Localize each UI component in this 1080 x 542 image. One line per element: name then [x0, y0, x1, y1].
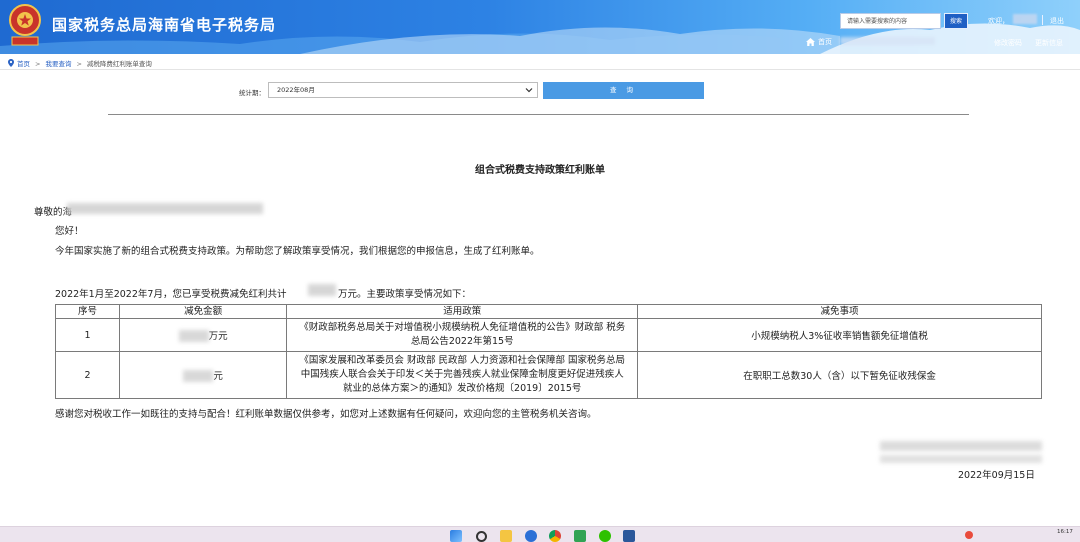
tax-emblem-icon	[9, 4, 41, 46]
row-amount: 元	[118, 351, 288, 399]
amount-unit: 万元	[208, 330, 228, 342]
update-info-link[interactable]: 更新信息	[1035, 38, 1063, 48]
policy-line: 就业的总体方案＞的通知》发改价格规〔2019〕2015号	[343, 383, 582, 394]
table-row: 2 元 《国家发展和改革委员会 财政部 民政部 人力资源和社会保障部 国家税务总…	[55, 351, 1042, 399]
policy-line: 《财政部税务总局关于对增值税小规模纳税人免征增值税的公告》财政部 税务	[299, 322, 626, 333]
logout-link[interactable]: 退出	[1050, 16, 1064, 26]
period-label: 统计期：	[239, 89, 265, 97]
row-no: 1	[55, 318, 120, 352]
home-link[interactable]: 首页	[806, 37, 832, 47]
amount-unit: 元	[213, 370, 223, 382]
breadcrumb-current: 减税降费红利账单查询	[86, 60, 152, 68]
section-divider	[108, 114, 969, 115]
column-header-policy: 适用政策	[286, 304, 639, 319]
breadcrumb-separator: >	[35, 60, 41, 68]
site-header: 国家税务总局海南省电子税务局 请输入需要搜索的内容 搜索 欢迎， 退出 首页 修…	[0, 0, 1080, 54]
policy-line: 《国家发展和改革委员会 财政部 民政部 人力资源和社会保障部 国家税务总局	[299, 355, 626, 366]
period-select[interactable]: 2022年08月	[268, 82, 538, 98]
site-title: 国家税务总局海南省电子税务局	[52, 16, 277, 34]
breadcrumb-separator: >	[76, 60, 82, 68]
row-policy: 《财政部税务总局关于对增值税小规模纳税人免征增值税的公告》财政部 税务 总局公告…	[286, 318, 639, 352]
taskbar-clock: 16:17	[1057, 529, 1073, 535]
period-select-value: 2022年08月	[277, 86, 315, 94]
query-button[interactable]: 查 询	[543, 82, 704, 99]
breadcrumb-divider	[0, 69, 1080, 70]
breadcrumb-query[interactable]: 我要查询	[45, 60, 71, 68]
breadcrumb: 首页 > 我要查询 > 减税降费红利账单查询	[8, 58, 152, 68]
welcome-text: 欢迎，	[988, 17, 1009, 25]
change-password-link[interactable]: 修改密码	[994, 38, 1022, 48]
chevron-down-icon	[525, 88, 533, 93]
signature-redacted	[880, 455, 1042, 463]
table-header-row: 序号 减免金额 适用政策 减免事项	[55, 304, 1042, 319]
search-icon[interactable]	[476, 531, 487, 542]
home-link-label: 首页	[818, 38, 832, 46]
file-explorer-icon[interactable]	[500, 530, 512, 542]
row-policy: 《国家发展和改革委员会 财政部 民政部 人力资源和社会保障部 国家税务总局 中国…	[286, 351, 639, 399]
row-no: 2	[55, 351, 120, 399]
bill-date: 2022年09月15日	[958, 470, 1035, 481]
app-icon[interactable]	[525, 530, 537, 542]
bill-title: 组合式税费支持政策红利账单	[475, 165, 605, 176]
breadcrumb-home[interactable]: 首页	[17, 60, 30, 68]
chrome-icon[interactable]	[549, 530, 561, 542]
signature-redacted	[880, 441, 1042, 451]
hello-text: 您好！	[55, 226, 84, 237]
policy-table: 序号 减免金额 适用政策 减免事项 1 万元 《财政部税务总局关于对增值税小规模…	[55, 304, 1042, 399]
app-icon[interactable]	[574, 530, 586, 542]
word-icon[interactable]	[623, 530, 635, 542]
location-pin-icon	[8, 59, 14, 67]
amount-redacted	[183, 370, 214, 383]
row-item: 在职职工总数30人（含）以下暂免征收残保金	[637, 351, 1042, 399]
taskbar: 16:17	[0, 526, 1080, 542]
amount-redacted	[178, 330, 209, 343]
username-redacted	[1013, 14, 1037, 24]
search-input[interactable]: 请输入需要搜索的内容	[840, 13, 941, 29]
intro-text: 今年国家实施了新的组合式税费支持政策。为帮助您了解政策享受情况，我们根据您的申报…	[55, 246, 540, 257]
search-button[interactable]: 搜索	[944, 13, 968, 29]
table-row: 1 万元 《财政部税务总局关于对增值税小规模纳税人免征增值税的公告》财政部 税务…	[55, 318, 1042, 352]
column-header-no: 序号	[55, 304, 120, 319]
column-header-item: 减免事项	[637, 304, 1042, 319]
total-amount-redacted	[308, 284, 336, 296]
taxpayer-name-redacted	[840, 37, 935, 45]
summary-suffix: 万元。主要政策享受情况如下：	[338, 289, 472, 300]
row-amount: 万元	[118, 318, 288, 352]
policy-line: 中国残疾人联合会关于印发＜关于完善残疾人就业保障金制度更好促进残疾人	[300, 369, 624, 380]
thanks-text: 感谢您对税收工作一如既往的支持与配合！红利账单数据仅供参考，如您对上述数据有任何…	[55, 409, 597, 420]
windows-start-icon[interactable]	[450, 530, 462, 542]
summary-prefix: 2022年1月至2022年7月，您已享受税费减免红利共计	[55, 289, 287, 300]
row-item: 小规模纳税人3%征收率销售额免征增值税	[637, 318, 1042, 352]
company-name-redacted	[67, 203, 263, 214]
column-header-amount: 减免金额	[118, 304, 288, 319]
tray-icon[interactable]	[965, 531, 973, 539]
header-divider	[1042, 15, 1043, 25]
wechat-icon[interactable]	[599, 530, 611, 542]
home-icon	[806, 38, 815, 46]
policy-line: 总局公告2022年第15号	[410, 336, 514, 347]
